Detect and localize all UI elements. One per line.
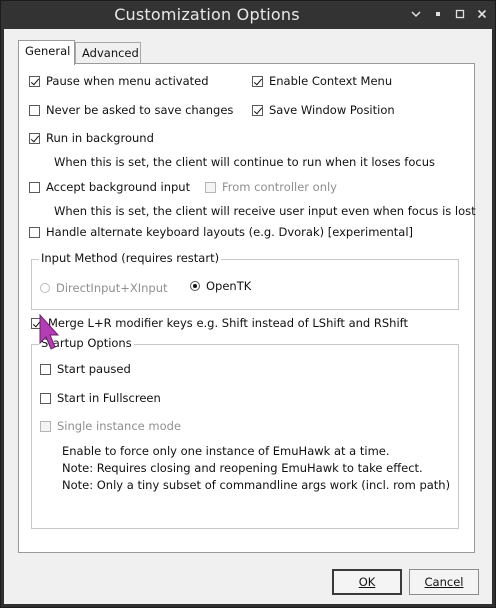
- start-fullscreen-checkbox[interactable]: Start in Fullscreen: [40, 390, 161, 406]
- run-in-background-label: Run in background: [46, 131, 154, 145]
- ok-button-label: OK: [358, 575, 376, 589]
- checkbox-box[interactable]: [29, 75, 40, 87]
- radio-circle[interactable]: [190, 281, 200, 291]
- alternate-keyboard-label: Handle alternate keyboard layouts (e.g. …: [46, 225, 414, 239]
- tab-general-label: General: [25, 44, 71, 58]
- radio-circle[interactable]: [40, 283, 50, 293]
- dialog-client-area: General Advanced Pause when menu activat…: [4, 29, 492, 604]
- merge-lr-checkbox[interactable]: Merge L+R modifier keys e.g. Shift inste…: [31, 315, 408, 331]
- pause-menu-label: Pause when menu activated: [46, 74, 209, 88]
- cancel-button[interactable]: Cancel: [409, 569, 479, 595]
- run-in-background-note: When this is set, the client will contin…: [54, 155, 435, 169]
- ok-button[interactable]: OK: [332, 569, 402, 595]
- single-instance-label: Single instance mode: [57, 419, 181, 433]
- accept-background-input-checkbox[interactable]: Accept background input: [29, 179, 190, 195]
- checkbox-box[interactable]: [40, 420, 51, 432]
- run-in-background-checkbox[interactable]: Run in background: [29, 130, 154, 146]
- radio-directinput[interactable]: DirectInput+XInput: [40, 280, 168, 296]
- checkbox-box[interactable]: [205, 181, 216, 193]
- accept-background-input-label: Accept background input: [46, 180, 191, 194]
- start-paused-checkbox[interactable]: Start paused: [40, 361, 131, 377]
- chevron-down-icon[interactable]: [408, 6, 424, 22]
- single-instance-note-1: Enable to force only one instance of Emu…: [62, 444, 390, 458]
- checkbox-box[interactable]: [252, 75, 263, 87]
- cancel-button-label: Cancel: [424, 575, 464, 589]
- save-window-position-label: Save Window Position: [269, 103, 395, 117]
- window-title: Customization Options: [114, 5, 300, 24]
- accept-background-input-note: When this is set, the client will receiv…: [54, 204, 476, 218]
- never-save-label: Never be asked to save changes: [46, 103, 234, 117]
- single-instance-note-2: Note: Requires closing and reopening Emu…: [62, 461, 423, 475]
- alternate-keyboard-checkbox[interactable]: Handle alternate keyboard layouts (e.g. …: [29, 224, 413, 240]
- tab-advanced-label: Advanced: [82, 46, 139, 60]
- radio-directinput-label: DirectInput+XInput: [56, 281, 168, 295]
- single-instance-checkbox[interactable]: Single instance mode: [40, 418, 181, 434]
- checkbox-box[interactable]: [40, 363, 51, 375]
- general-tab-panel: Pause when menu activated Enable Context…: [18, 63, 476, 553]
- input-method-group: Input Method (requires restart) DirectIn…: [31, 251, 459, 310]
- checkbox-box[interactable]: [29, 181, 40, 193]
- from-controller-only-checkbox[interactable]: From controller only: [205, 179, 337, 195]
- radio-opentk[interactable]: OpenTK: [190, 278, 251, 294]
- tab-general[interactable]: General: [18, 40, 75, 65]
- checkbox-box[interactable]: [29, 104, 40, 116]
- startup-options-group: Startup Options Start paused Start in Fu…: [31, 336, 459, 529]
- enable-context-menu-label: Enable Context Menu: [269, 74, 393, 88]
- single-instance-note-3: Note: Only a tiny subset of commandline …: [62, 478, 451, 492]
- pause-menu-checkbox[interactable]: Pause when menu activated: [29, 73, 209, 89]
- title-bar[interactable]: Customization Options: [1, 1, 495, 29]
- tab-advanced[interactable]: Advanced: [75, 42, 141, 64]
- close-icon[interactable]: [474, 6, 490, 22]
- save-window-position-checkbox[interactable]: Save Window Position: [252, 102, 395, 118]
- start-fullscreen-label: Start in Fullscreen: [57, 391, 161, 405]
- mouse-cursor-icon: [39, 313, 59, 350]
- checkbox-box[interactable]: [252, 104, 263, 116]
- input-method-title: Input Method (requires restart): [39, 251, 222, 265]
- enable-context-menu-checkbox[interactable]: Enable Context Menu: [252, 73, 392, 89]
- maximize-icon[interactable]: [452, 6, 468, 22]
- checkbox-box[interactable]: [40, 392, 51, 404]
- from-controller-only-label: From controller only: [222, 180, 337, 194]
- checkbox-box[interactable]: [29, 132, 40, 144]
- checkbox-box[interactable]: [29, 226, 40, 238]
- never-save-checkbox[interactable]: Never be asked to save changes: [29, 102, 233, 118]
- customization-options-window: Customization Options General Advanced P…: [0, 0, 496, 608]
- radio-opentk-label: OpenTK: [206, 279, 252, 293]
- start-paused-label: Start paused: [57, 362, 131, 376]
- minimize-icon[interactable]: [430, 6, 446, 22]
- merge-lr-label: Merge L+R modifier keys e.g. Shift inste…: [48, 316, 409, 330]
